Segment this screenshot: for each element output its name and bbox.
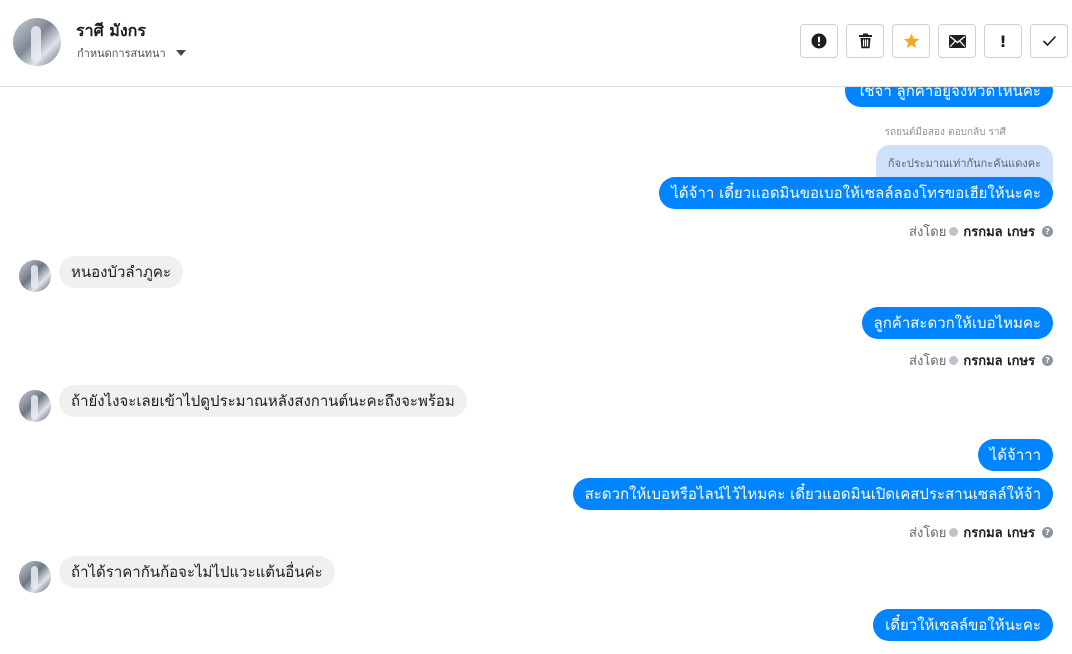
toolbar: !: [800, 24, 1068, 58]
sender-name: กรกมล เกษร: [963, 354, 1035, 369]
sent-by-info: ส่งโดย กรกมล เกษร ?: [909, 522, 1053, 543]
verified-icon: [949, 528, 959, 537]
sent-by-prefix: ส่งโดย: [909, 225, 947, 240]
contact-avatar-small: [19, 260, 51, 292]
incoming-message[interactable]: ถ้ายังไงจะเลยเข้าไปดูประมาณหลังสงกานต์นะ…: [59, 385, 467, 417]
sent-by-prefix: ส่งโดย: [909, 354, 947, 369]
help-icon[interactable]: ?: [1042, 527, 1053, 538]
outgoing-message[interactable]: สะดวกให้เบอหรือไลน์ไว้ไหมคะ เดี๋ยวแอดมิน…: [572, 478, 1053, 510]
help-icon[interactable]: ?: [1042, 355, 1053, 366]
assign-label: กำหนดการสนทนา: [77, 47, 166, 60]
verified-icon: [949, 227, 959, 236]
envelope-icon: [948, 34, 966, 48]
follow-up-button[interactable]: !: [984, 24, 1022, 58]
outgoing-message[interactable]: เดี๋ยวให้เซลล์ขอให้นะคะ: [873, 609, 1053, 641]
contact-avatar-small: [19, 561, 51, 593]
contact-avatar[interactable]: [13, 18, 61, 66]
reply-label: รถยนต์มือสอง ตอบกลับ ราศี: [884, 127, 1006, 138]
caret-down-icon: [175, 50, 186, 56]
sent-by-info: ส่งโดย กรกมล เกษร ?: [909, 221, 1053, 242]
report-spam-button[interactable]: [800, 24, 838, 58]
sent-by-info: ส่งโดย กรกมล เกษร ?: [909, 350, 1053, 371]
star-icon: [903, 33, 919, 49]
sent-by-prefix: ส่งโดย: [909, 526, 947, 541]
outgoing-message[interactable]: ได้จ้าา เดี๋ยวแอดมินขอเบอให้เซลล์ลองโทรข…: [659, 177, 1053, 209]
sender-name: กรกมล เกษร: [963, 526, 1035, 541]
incoming-message[interactable]: หนองบัวลำภูคะ: [59, 256, 184, 288]
verified-icon: [949, 356, 959, 365]
mark-unread-button[interactable]: [938, 24, 976, 58]
mark-done-button[interactable]: [1030, 24, 1068, 58]
exclamation-icon: !: [999, 31, 1007, 51]
outgoing-message[interactable]: ใช่จ้า ลูกค้าอยู่จังหวัดไหนคะ: [845, 87, 1053, 107]
trash-icon: [858, 33, 872, 49]
outgoing-message[interactable]: ลูกค้าสะดวกให้เบอไหมคะ: [861, 307, 1053, 339]
conversation-header: ราศี มังกร กำหนดการสนทนา !: [0, 0, 1072, 87]
exclamation-circle-icon: [811, 33, 827, 49]
help-icon[interactable]: ?: [1042, 226, 1053, 237]
outgoing-message[interactable]: ได้จ้าาา: [977, 439, 1053, 471]
incoming-message[interactable]: ถ้าได้ราคากันก้อจะไม่ไปแวะแต้นอื่นค่ะ: [59, 556, 335, 588]
sender-name: กรกมล เกษร: [963, 225, 1035, 240]
assign-conversation-dropdown[interactable]: กำหนดการสนทนา: [77, 44, 186, 62]
delete-button[interactable]: [846, 24, 884, 58]
contact-avatar-small: [19, 390, 51, 422]
contact-name[interactable]: ราศี มังกร: [76, 19, 146, 44]
star-button[interactable]: [892, 24, 930, 58]
message-list[interactable]: ใช่จ้า ลูกค้าอยู่จังหวัดไหนคะ รถยนต์มือส…: [0, 87, 1072, 654]
check-icon: [1042, 35, 1056, 47]
